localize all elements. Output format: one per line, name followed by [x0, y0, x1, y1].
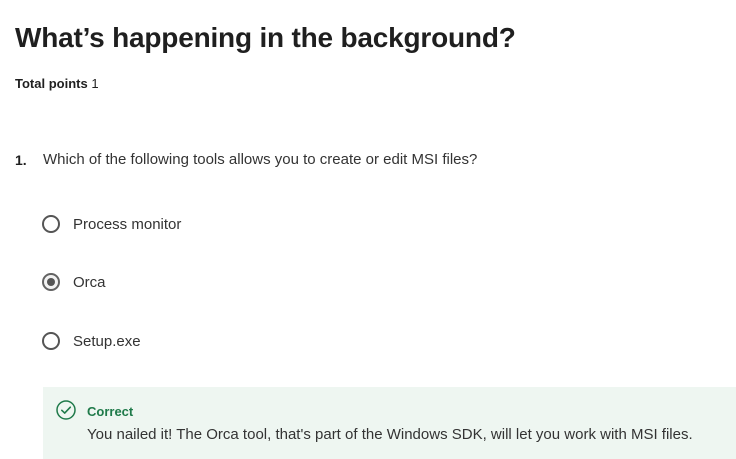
- option-label: Orca: [73, 273, 106, 291]
- option-process-monitor[interactable]: Process monitor: [42, 212, 181, 236]
- radio-button[interactable]: [42, 332, 60, 350]
- option-label: Setup.exe: [73, 332, 141, 350]
- option-orca[interactable]: Orca: [42, 270, 106, 294]
- total-points-label: Total points: [15, 76, 88, 91]
- question-text: Which of the following tools allows you …: [43, 151, 478, 168]
- total-points-value: 1: [91, 76, 99, 91]
- question-number: 1.: [15, 152, 27, 168]
- radio-button-selected[interactable]: [42, 273, 60, 291]
- option-label: Process monitor: [73, 215, 182, 233]
- check-circle-icon: [56, 400, 76, 420]
- page-title: What’s happening in the background?: [15, 22, 516, 53]
- feedback-panel: Correct You nailed it! The Orca tool, th…: [43, 387, 736, 459]
- total-points: Total points 1: [15, 76, 99, 91]
- option-setup-exe[interactable]: Setup.exe: [42, 329, 141, 353]
- feedback-message: You nailed it! The Orca tool, that's par…: [87, 426, 693, 443]
- radio-button[interactable]: [42, 215, 60, 233]
- feedback-status: Correct: [87, 404, 134, 419]
